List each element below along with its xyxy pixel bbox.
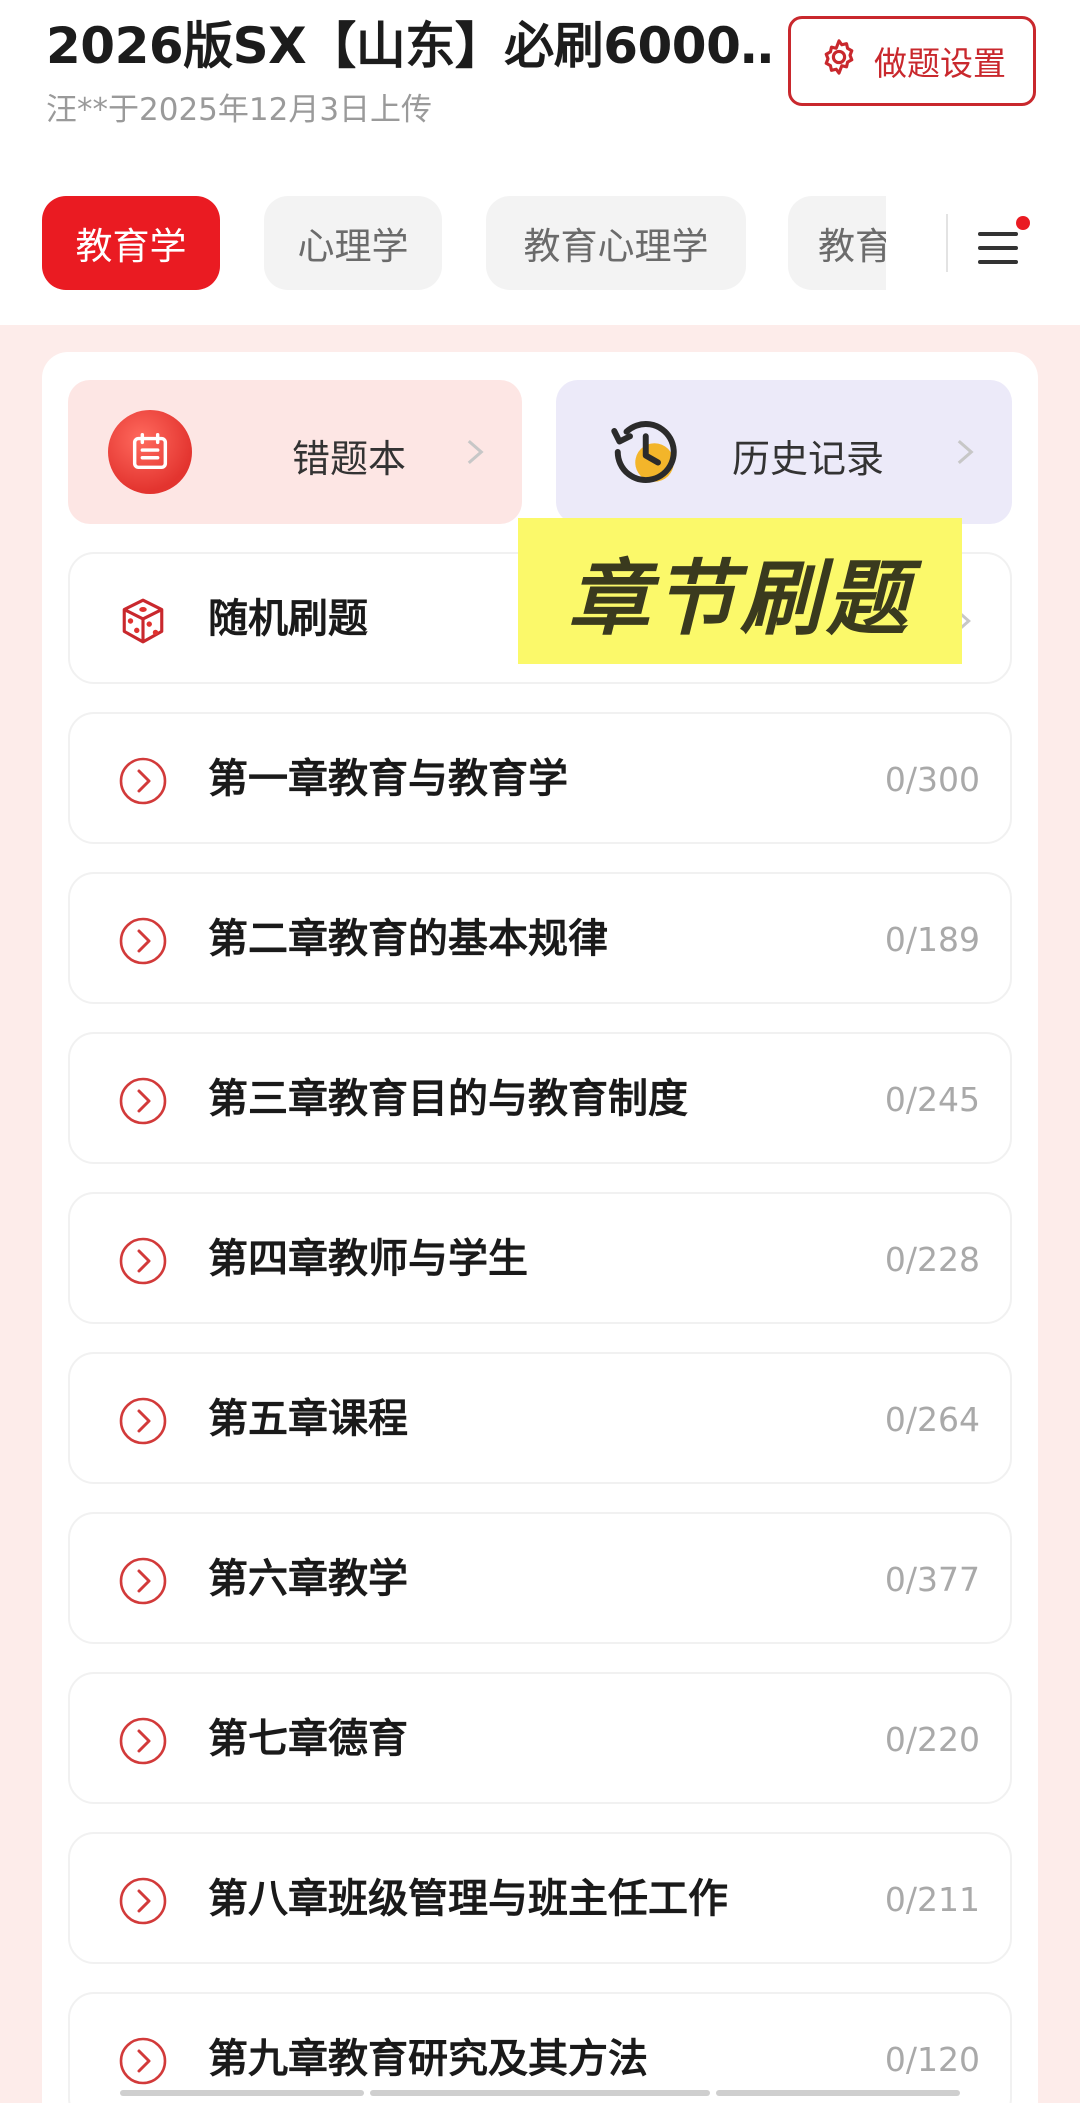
chapter-row[interactable]: 第五章课程 0/264	[68, 1352, 1012, 1484]
chapter-progress: 0/120	[884, 2040, 980, 2079]
tab-educational-psychology[interactable]: 教育心理学	[486, 196, 746, 290]
header: 2026版SX【山东】必刷6000… 汪**于2025年12月3日上传 做题设置…	[0, 0, 1080, 325]
history-button[interactable]: 历史记录	[556, 380, 1012, 524]
wrong-questions-button[interactable]: 错题本	[68, 380, 522, 524]
chapter-practice-overlay-label: 章节刷题	[518, 518, 962, 664]
scroll-indicator	[0, 2090, 1080, 2098]
wrong-questions-label: 错题本	[292, 437, 407, 481]
page-title: 2026版SX【山东】必刷6000…	[46, 17, 776, 75]
notification-dot	[1016, 216, 1030, 230]
dice-icon	[122, 598, 164, 644]
chapter-progress: 0/211	[884, 1880, 980, 1919]
history-label: 历史记录	[732, 437, 885, 481]
chapter-progress: 0/245	[884, 1080, 980, 1119]
chapter-row[interactable]: 第三章教育目的与教育制度 0/245	[68, 1032, 1012, 1164]
chevron-circle-icon	[119, 757, 167, 805]
chapter-title: 第九章教育研究及其方法	[208, 2036, 648, 2082]
tab-pedagogy[interactable]: 教育学	[42, 196, 220, 290]
history-clock-icon	[611, 421, 677, 483]
chapter-title: 第三章教育目的与教育制度	[208, 1076, 688, 1122]
chapter-title: 第四章教师与学生	[208, 1236, 528, 1282]
practice-settings-label: 做题设置	[874, 44, 1006, 83]
chevron-circle-icon	[119, 1557, 167, 1605]
chapter-row[interactable]: 第六章教学 0/377	[68, 1512, 1012, 1644]
subject-tabs: 教育学 心理学 教育心理学 教育	[0, 196, 1080, 292]
chevron-circle-icon	[119, 917, 167, 965]
chevron-right-icon	[957, 439, 974, 465]
upload-info: 汪**于2025年12月3日上传	[46, 92, 433, 128]
chevron-circle-icon	[119, 1877, 167, 1925]
chevron-circle-icon	[119, 1397, 167, 1445]
chapter-title: 第二章教育的基本规律	[208, 916, 608, 962]
chapter-progress: 0/300	[884, 760, 980, 799]
chapter-title: 第八章班级管理与班主任工作	[208, 1876, 728, 1922]
practice-settings-button[interactable]: 做题设置	[788, 16, 1036, 106]
random-practice-label: 随机刷题	[208, 596, 368, 642]
chapter-progress: 0/189	[884, 920, 980, 959]
chapter-progress: 0/264	[884, 1400, 980, 1439]
chevron-circle-icon	[119, 1077, 167, 1125]
chevron-circle-icon	[119, 2037, 167, 2085]
chapter-row[interactable]: 第二章教育的基本规律 0/189	[68, 872, 1012, 1004]
chapter-row[interactable]: 第七章德育 0/220	[68, 1672, 1012, 1804]
gear-icon	[818, 36, 860, 86]
chapter-title: 第一章教育与教育学	[208, 756, 568, 802]
chapter-row[interactable]: 第八章班级管理与班主任工作 0/211	[68, 1832, 1012, 1964]
chapter-progress: 0/228	[884, 1240, 980, 1279]
chapter-row[interactable]: 第四章教师与学生 0/228	[68, 1192, 1012, 1324]
chevron-circle-icon	[119, 1717, 167, 1765]
chapter-progress: 0/220	[884, 1720, 980, 1759]
chapter-row[interactable]: 第一章教育与教育学 0/300	[68, 712, 1012, 844]
tab-divider	[946, 214, 948, 272]
menu-icon	[978, 232, 1018, 236]
chevron-circle-icon	[119, 1237, 167, 1285]
menu-button[interactable]	[972, 210, 1032, 276]
chapter-title: 第七章德育	[208, 1716, 408, 1762]
chapter-title: 第六章教学	[208, 1556, 408, 1602]
tab-psychology[interactable]: 心理学	[264, 196, 442, 290]
chapter-progress: 0/377	[884, 1560, 980, 1599]
chapter-title: 第五章课程	[208, 1396, 408, 1442]
notebook-icon	[108, 410, 192, 494]
chapter-row[interactable]: 第九章教育研究及其方法 0/120	[68, 1992, 1012, 2103]
app-screen: 2026版SX【山东】必刷6000… 汪**于2025年12月3日上传 做题设置…	[0, 0, 1080, 2103]
chevron-right-icon	[467, 439, 484, 465]
tab-education-more[interactable]: 教育	[788, 196, 886, 290]
